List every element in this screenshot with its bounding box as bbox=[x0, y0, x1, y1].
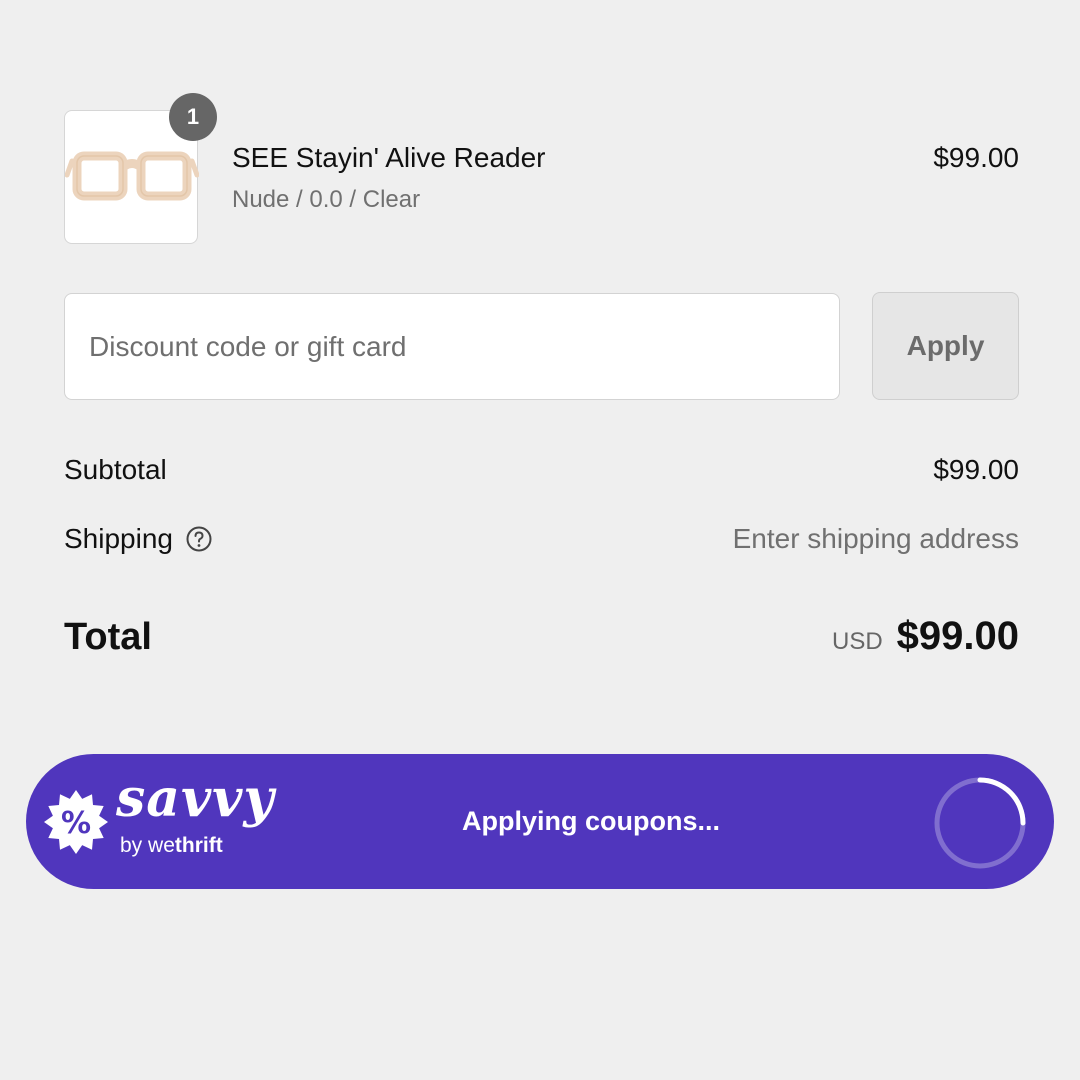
subtotal-label: Subtotal bbox=[64, 454, 167, 485]
percent-badge-icon: % bbox=[44, 790, 108, 854]
byline-we: we bbox=[148, 834, 175, 857]
product-variant: Nude / 0.0 / Clear bbox=[232, 186, 421, 213]
savvy-logo-text: savvy bbox=[116, 768, 275, 829]
savvy-coupon-bar: % savvy by wethrift Applying coupons... bbox=[26, 754, 1054, 889]
question-circle-icon[interactable] bbox=[185, 525, 213, 553]
apply-button[interactable]: Apply bbox=[872, 292, 1019, 400]
total-label: Total bbox=[64, 616, 152, 658]
byline-prefix: by bbox=[120, 834, 143, 857]
shipping-label: Shipping bbox=[64, 523, 173, 554]
total-currency: USD bbox=[831, 628, 883, 655]
product-name: SEE Stayin' Alive Reader bbox=[232, 142, 546, 173]
quantity-badge: 1 bbox=[169, 93, 217, 141]
subtotal-value: $99.00 bbox=[933, 454, 1019, 485]
loading-spinner-icon bbox=[934, 777, 1026, 869]
product-price: $99.00 bbox=[933, 142, 1019, 173]
savvy-byline: by wethrift bbox=[120, 834, 223, 858]
total-value: $99.00 bbox=[896, 614, 1019, 658]
shipping-row: Shipping bbox=[64, 523, 213, 555]
discount-code-input[interactable] bbox=[64, 293, 840, 400]
byline-thrift: thrift bbox=[174, 834, 223, 857]
savvy-status-text: Applying coupons... bbox=[462, 806, 720, 836]
shipping-value: Enter shipping address bbox=[732, 523, 1019, 554]
svg-text:%: % bbox=[61, 806, 91, 841]
total-amount-group: USD $99.00 bbox=[832, 614, 1019, 659]
